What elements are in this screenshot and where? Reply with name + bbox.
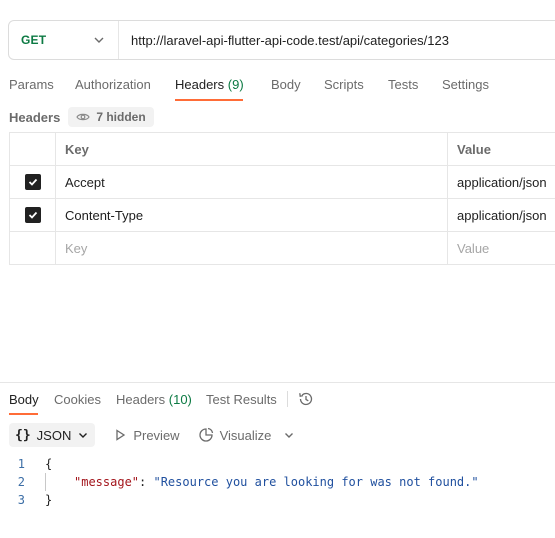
headers-section-header: Headers 7 hidden bbox=[9, 107, 154, 127]
active-tab-indicator bbox=[175, 99, 243, 101]
tab-headers-label: Headers bbox=[175, 76, 225, 92]
table-row: Accept application/json bbox=[10, 166, 555, 199]
visualize-label: Visualize bbox=[219, 427, 272, 443]
header-value-cell[interactable]: application/json bbox=[448, 199, 555, 231]
code-line: 2 "message": "Resource you are looking f… bbox=[0, 473, 479, 491]
tab-scripts[interactable]: Scripts bbox=[324, 77, 388, 92]
tab-headers[interactable]: Headers (9) bbox=[175, 77, 271, 92]
json-key: "message" bbox=[74, 475, 140, 489]
tab-params[interactable]: Params bbox=[9, 77, 75, 92]
checkmark-icon bbox=[28, 178, 37, 186]
line-number: 3 bbox=[17, 493, 25, 507]
response-tabs: Body Cookies Headers (10) Test Results bbox=[9, 391, 314, 407]
chevron-down-icon[interactable] bbox=[283, 429, 295, 441]
line-number: 2 bbox=[17, 475, 25, 489]
visualize-icon bbox=[198, 427, 213, 442]
tab-authorization[interactable]: Authorization bbox=[75, 77, 175, 92]
response-toolbar: {} JSON Preview Visualize bbox=[9, 423, 295, 447]
method-label: GET bbox=[21, 33, 47, 47]
checkbox-column-header bbox=[10, 133, 56, 165]
format-label: JSON bbox=[36, 427, 72, 443]
response-active-tab-indicator bbox=[9, 413, 38, 415]
preview-button[interactable]: Preview bbox=[113, 427, 180, 443]
headers-table: Key Value Accept application/json Conten… bbox=[9, 132, 555, 265]
request-tabs: Params Authorization Headers (9) Body Sc… bbox=[9, 76, 489, 92]
indent-guide bbox=[45, 473, 46, 491]
checkbox-cell bbox=[10, 232, 56, 264]
table-row-empty: Key Value bbox=[10, 232, 555, 265]
header-key-cell[interactable]: Accept bbox=[56, 166, 448, 198]
table-header-row: Key Value bbox=[10, 133, 555, 166]
tab-separator bbox=[286, 391, 288, 407]
tab-body[interactable]: Body bbox=[271, 77, 324, 92]
value-column-header: Value bbox=[448, 133, 555, 165]
code-line: 1 { bbox=[0, 455, 479, 473]
response-tab-test-results[interactable]: Test Results bbox=[206, 392, 277, 407]
checkmark-icon bbox=[28, 211, 37, 219]
header-enabled-checkbox[interactable] bbox=[24, 207, 41, 223]
eye-icon bbox=[76, 113, 91, 121]
play-icon bbox=[116, 429, 126, 441]
response-tab-headers-label: Headers bbox=[116, 391, 166, 407]
checkbox-cell bbox=[10, 166, 56, 198]
chevron-down-icon bbox=[94, 37, 104, 43]
hidden-headers-toggle[interactable]: 7 hidden bbox=[68, 107, 154, 127]
method-selector[interactable]: GET bbox=[9, 21, 119, 59]
header-key-cell[interactable]: Content-Type bbox=[56, 199, 448, 231]
url-input[interactable]: http://laravel-api-flutter-api-code.test… bbox=[119, 33, 449, 48]
json-brace-open: { bbox=[45, 457, 53, 471]
key-column-header: Key bbox=[56, 133, 448, 165]
preview-label: Preview bbox=[133, 427, 180, 443]
request-url-bar: GET http://laravel-api-flutter-api-code.… bbox=[8, 20, 555, 60]
line-number: 1 bbox=[17, 457, 25, 471]
history-icon[interactable] bbox=[298, 391, 314, 407]
visualize-button[interactable]: Visualize bbox=[198, 427, 272, 443]
response-divider[interactable] bbox=[0, 382, 555, 383]
response-tab-body[interactable]: Body bbox=[9, 392, 54, 407]
header-enabled-checkbox[interactable] bbox=[24, 174, 41, 190]
headers-title: Headers bbox=[9, 109, 61, 125]
json-colon: : bbox=[139, 475, 154, 489]
new-value-input[interactable]: Value bbox=[448, 232, 555, 264]
response-tab-headers[interactable]: Headers (10) bbox=[116, 392, 206, 407]
table-row: Content-Type application/json bbox=[10, 199, 555, 232]
format-selector[interactable]: {} JSON bbox=[9, 423, 96, 447]
tab-headers-count: (9) bbox=[227, 76, 244, 92]
header-value-cell[interactable]: application/json bbox=[448, 166, 555, 198]
response-tab-headers-count: (10) bbox=[168, 391, 192, 407]
response-tab-cookies[interactable]: Cookies bbox=[54, 392, 116, 407]
tab-settings[interactable]: Settings bbox=[442, 77, 489, 92]
checkbox-cell bbox=[10, 199, 56, 231]
braces-icon: {} bbox=[15, 427, 31, 443]
chevron-down-icon bbox=[79, 433, 88, 438]
hidden-headers-label: 7 hidden bbox=[96, 110, 146, 124]
new-key-input[interactable]: Key bbox=[56, 232, 448, 264]
response-body-code[interactable]: 1 { 2 "message": "Resource you are looki… bbox=[0, 455, 479, 509]
code-line: 3 } bbox=[0, 491, 479, 509]
tab-tests[interactable]: Tests bbox=[388, 77, 442, 92]
json-brace-close: } bbox=[45, 493, 53, 507]
json-string-value: "Resource you are looking for was not fo… bbox=[153, 475, 479, 489]
